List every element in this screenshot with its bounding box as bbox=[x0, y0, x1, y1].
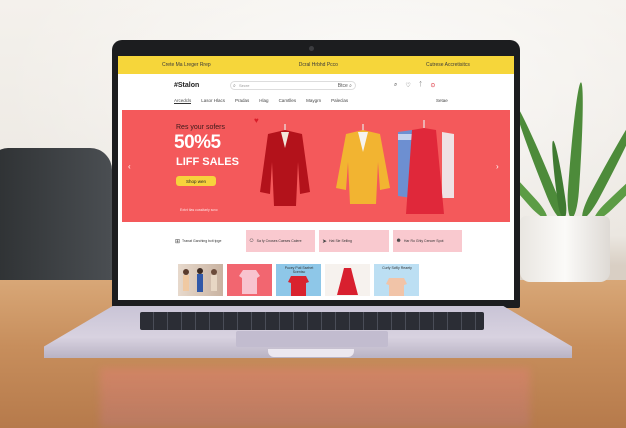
feature-item[interactable]: ☺ Sa fy Cnoses Caeses Calere bbox=[245, 230, 315, 252]
account-icon[interactable]: ᛏ bbox=[419, 82, 423, 89]
feature-label: Tranat Garching bcit tpge bbox=[182, 239, 222, 243]
site-logo[interactable]: #Stalon bbox=[174, 82, 199, 89]
models-image bbox=[183, 268, 217, 292]
search-button[interactable]: Btce ⌕ bbox=[338, 83, 352, 89]
search-placeholder: Secre bbox=[239, 83, 250, 88]
person-icon: ☺ bbox=[248, 238, 255, 244]
search-icon: ⌕ bbox=[233, 83, 236, 89]
laptop-notch bbox=[268, 349, 354, 357]
promo-left[interactable]: Crete Ma Lreger Rrep bbox=[162, 62, 211, 68]
product-thumbnails: Pucey Puti Ssehet Scentsc Curfy Scfily R… bbox=[178, 264, 419, 296]
photo-scene: Crete Ma Lreger Rrep Dcral Hrbhd Pcco Cu… bbox=[0, 0, 626, 428]
red-dress-thumb-image bbox=[337, 268, 358, 295]
product-thumb[interactable] bbox=[178, 264, 223, 296]
feature-strip: ⊞ Tranat Garching bcit tpge ☺ Sa fy Cnos… bbox=[172, 230, 462, 252]
laptop-screen: Crete Ma Lreger Rrep Dcral Hrbhd Pcco Cu… bbox=[118, 56, 514, 300]
feature-label: Har Ro Ghly Cencer Spot bbox=[403, 239, 444, 243]
search-button-label: Btce bbox=[337, 83, 348, 89]
feature-item[interactable]: ☻ Har Ro Ghly Cencer Spot bbox=[392, 230, 462, 252]
pink-top-image bbox=[239, 270, 260, 294]
feature-label: Sa fy Cnoses Caeses Calere bbox=[256, 239, 302, 243]
site-header: #Stalon ⌕ Secre Btce ⌕ ⌕ ♡ ᛏ ⊙ bbox=[118, 74, 514, 98]
tag-icon: ➤ bbox=[322, 238, 328, 245]
hero-sales-text: LIFF SALES bbox=[176, 156, 239, 168]
nav-item[interactable]: Paleclas bbox=[331, 98, 348, 104]
nav-item[interactable]: Camtlles bbox=[279, 98, 297, 104]
product-thumb[interactable]: Curfy Scfily Reaety bbox=[374, 264, 419, 296]
product-thumb[interactable] bbox=[325, 264, 370, 296]
search-input[interactable]: ⌕ Secre Btce ⌕ bbox=[230, 81, 356, 90]
office-chair bbox=[0, 148, 112, 288]
webcam bbox=[309, 46, 314, 51]
cart-icon[interactable]: ⊙ bbox=[430, 82, 435, 89]
nav-item[interactable]: Hlag bbox=[259, 98, 268, 104]
promo-bar: Crete Ma Lreger Rrep Dcral Hrbhd Pcco Cu… bbox=[118, 56, 514, 74]
chevron-right-icon[interactable]: › bbox=[496, 162, 499, 171]
search-icon[interactable]: ⌕ bbox=[394, 82, 397, 89]
promo-right[interactable]: Cutrese Accretisitcs bbox=[426, 62, 470, 68]
hero-banner: ‹ › Res your sofers ♥ 50%5 LIFF SALES Sh… bbox=[122, 110, 510, 222]
shop-now-label: Shop wen bbox=[185, 178, 206, 184]
promo-center[interactable]: Dcral Hrbhd Pcco bbox=[299, 62, 338, 68]
red-shirt-image bbox=[288, 276, 309, 296]
feature-label: Hat Sie Selling bbox=[329, 239, 352, 243]
hero-headline: 50%5 bbox=[174, 132, 221, 153]
product-thumb[interactable]: Pucey Puti Ssehet Scentsc bbox=[276, 264, 321, 296]
red-dress-image bbox=[398, 120, 454, 214]
feature-item[interactable]: ➤ Hat Sie Selling bbox=[319, 230, 389, 252]
keyboard bbox=[140, 312, 484, 330]
main-nav: Arcedcls Lasor Hlacs Pradas Hlag Camtlle… bbox=[174, 98, 348, 104]
nav-item[interactable]: Pradas bbox=[235, 98, 249, 104]
chevron-left-icon[interactable]: ‹ bbox=[128, 162, 131, 171]
feature-item[interactable]: ⊞ Tranat Garching bcit tpge bbox=[172, 230, 242, 252]
desk-reflection bbox=[100, 368, 530, 428]
trackpad bbox=[236, 331, 388, 347]
nav-item[interactable]: Arcedcls bbox=[174, 98, 192, 104]
hero-subtitle: Res your sofers bbox=[176, 124, 226, 131]
nav-right-link[interactable]: Setae bbox=[436, 98, 448, 103]
person-icon: ☻ bbox=[395, 238, 402, 244]
red-jacket-image bbox=[260, 124, 310, 206]
hero-footnote: Extvt tlas cussitarly scvc bbox=[180, 208, 218, 212]
header-icons: ⌕ ♡ ᛏ ⊙ bbox=[394, 82, 435, 89]
plant-pot bbox=[520, 216, 610, 282]
nav-item[interactable]: Maygrn bbox=[306, 98, 321, 104]
wishlist-icon[interactable]: ♡ bbox=[405, 82, 410, 89]
product-thumb[interactable] bbox=[227, 264, 272, 296]
gift-icon: ⊞ bbox=[175, 238, 181, 245]
shop-now-button[interactable]: Shop wen bbox=[176, 176, 216, 186]
jacket-thumb-image bbox=[386, 278, 407, 296]
nav-item[interactable]: Lasor Hlacs bbox=[201, 98, 225, 104]
